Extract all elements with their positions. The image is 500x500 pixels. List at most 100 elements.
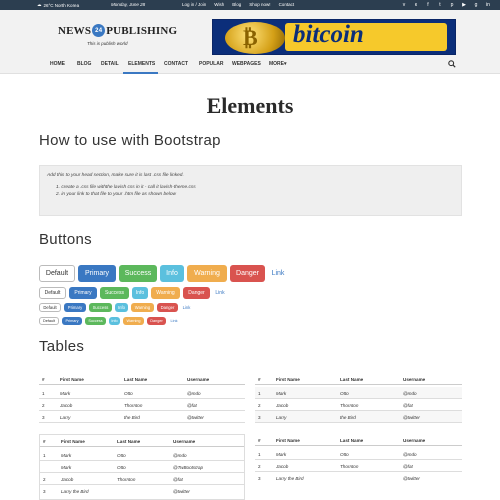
top-link-wish[interactable]: Wish [214,2,224,7]
page-title: Elements [206,93,294,118]
table-header-row: # First Name Last Name Username [40,435,244,447]
logo-word-left: NEWS [58,24,92,37]
warning-button[interactable]: Warning [123,317,144,325]
primary-button[interactable]: Primary [78,265,116,282]
info-button[interactable]: Info [109,317,120,325]
button-row-xsmall: Default Primary Success Info Warning Dan… [39,317,179,325]
table-row: 1 Mark Otto @mdo [40,449,244,461]
button-row-medium: Default Primary Success Info Warning Dan… [39,287,227,299]
nav-detail[interactable]: DETAIL [101,61,119,67]
nav-elements[interactable]: ELEMENTS [128,61,155,67]
default-button[interactable]: Default [39,317,59,325]
nav-more-label: MORE [269,61,284,67]
top-link-blog[interactable]: Blog [232,2,241,7]
table-row: 1 Mark Otto @mdo [255,448,462,460]
nav-contact[interactable]: CONTACT [164,61,188,67]
success-button[interactable]: Success [89,303,112,312]
danger-button[interactable]: Danger [157,303,178,312]
caret-down-icon: ▾ [284,61,287,67]
top-link-login[interactable]: Log in / Join [182,2,206,7]
link-button[interactable]: Link [213,287,227,299]
bootstrap-step: 1. create a .css file withthe lavish css… [56,185,196,190]
default-button[interactable]: Default [39,265,75,282]
table-row: 3 Larry the Bird @twitter [43,489,190,494]
success-button[interactable]: Success [119,265,157,282]
warning-button[interactable]: Warning [187,265,227,282]
table-row: 2 Jacob Thornton @fat [39,399,245,411]
logo-word-right: PUBLISHING [106,24,178,37]
table-row: 2 Jacob Thornton @fat [40,473,244,485]
table-row: 3 Larry the Bird @twitter [39,411,245,423]
link-button[interactable]: Link [169,317,179,325]
tables-heading: Tables [39,338,85,355]
current-date: Monday, June 28 [111,2,146,7]
site-tagline: This is publish world [87,41,128,46]
table-row: Mark Otto @TwBootstrap [40,461,244,473]
info-button[interactable]: Info [160,265,184,282]
button-row-large: Default Primary Success Info Warning Dan… [39,265,288,282]
banner-text: bitcoin [293,21,364,48]
danger-button[interactable]: Danger [147,317,166,325]
bootstrap-intro: Add this to your head section, make sure… [47,173,184,178]
link-button[interactable]: Link [268,265,288,282]
warning-button[interactable]: Warning [131,303,154,312]
nav-blog[interactable]: BLOG [77,61,91,67]
bootstrap-step: 2. in your link to that file to your .ht… [56,192,176,197]
google-plus-icon[interactable]: g [473,2,479,8]
danger-button[interactable]: Danger [183,287,210,299]
nav-active-indicator [123,72,158,74]
nav-popular[interactable]: POPULAR [199,61,223,67]
linkedin-icon[interactable]: in [485,2,491,8]
vk-icon[interactable]: к [413,2,419,8]
primary-button[interactable]: Primary [62,317,82,325]
table-row: 1 Mark Otto @mdo [39,387,245,399]
primary-button[interactable]: Primary [64,303,86,312]
info-button[interactable]: Info [132,287,148,299]
nav-home[interactable]: HOME [50,61,65,67]
logo-badge: 24 [92,24,106,37]
success-button[interactable]: Success [85,317,106,325]
top-links: Log in / Join Wish Blog Shop now! Contac… [182,2,294,7]
bootstrap-steps: 1. create a .css file withthe lavish css… [56,184,196,198]
danger-button[interactable]: Danger [230,265,265,282]
vimeo-icon[interactable]: v [401,2,407,8]
info-button[interactable]: Info [115,303,128,312]
twitter-icon[interactable]: t [437,2,443,8]
table-hover: # First Name Last Name Username 1 Mark O… [255,434,462,484]
facebook-icon[interactable]: f [425,2,431,8]
ad-banner[interactable]: ₿ bitcoin [212,19,456,55]
nav-webpages[interactable]: WEBPAGES [232,61,261,67]
weather-location: ☁ 26°C North Korea [37,2,79,8]
nav-more[interactable]: MORE▾ [269,61,287,67]
site-logo[interactable]: NEWS 24 PUBLISHING [58,24,177,37]
table-row: 3 Larry the Bird @twitter [255,411,462,423]
bootstrap-heading: How to use with Bootstrap [39,132,221,149]
table-row: 2 Jacob Thornton @fat [255,399,462,411]
table-basic: # First Name Last Name Username 1 Mark O… [39,373,245,429]
table-row: 2 Jacob Thornton @fat [255,460,462,472]
success-button[interactable]: Success [100,287,129,299]
link-button[interactable]: Link [181,303,192,312]
primary-button[interactable]: Primary [69,287,97,299]
top-link-contact[interactable]: Contact [279,2,295,7]
default-button[interactable]: Default [39,303,61,312]
main-nav: HOME BLOG DETAIL ELEMENTS CONTACT POPULA… [0,57,500,74]
code-well: Add this to your head section, make sure… [39,165,462,216]
bitcoin-symbol-icon: ₿ [243,25,258,50]
table-bordered: # First Name Last Name Username 1 Mark O… [39,434,245,500]
search-icon[interactable] [448,60,456,68]
table-striped: # First Name Last Name Username 1 Mark O… [255,373,462,429]
table-header-row: # First Name Last Name Username [255,434,462,446]
buttons-heading: Buttons [39,231,92,248]
table-row: 3 Larry the Bird @twitter [258,476,420,481]
button-row-small: Default Primary Success Info Warning Dan… [39,303,192,312]
default-button[interactable]: Default [39,287,66,299]
top-link-shop[interactable]: Shop now! [249,2,270,7]
warning-button[interactable]: Warning [151,287,180,299]
social-links: v к f t p ▶ g in [401,2,491,8]
table-header-row: # First Name Last Name Username [255,373,462,385]
weather-text: 26°C North Korea [43,2,80,8]
pinterest-icon[interactable]: p [449,2,455,8]
cloud-icon: ☁ [37,2,42,7]
youtube-icon[interactable]: ▶ [461,2,467,8]
